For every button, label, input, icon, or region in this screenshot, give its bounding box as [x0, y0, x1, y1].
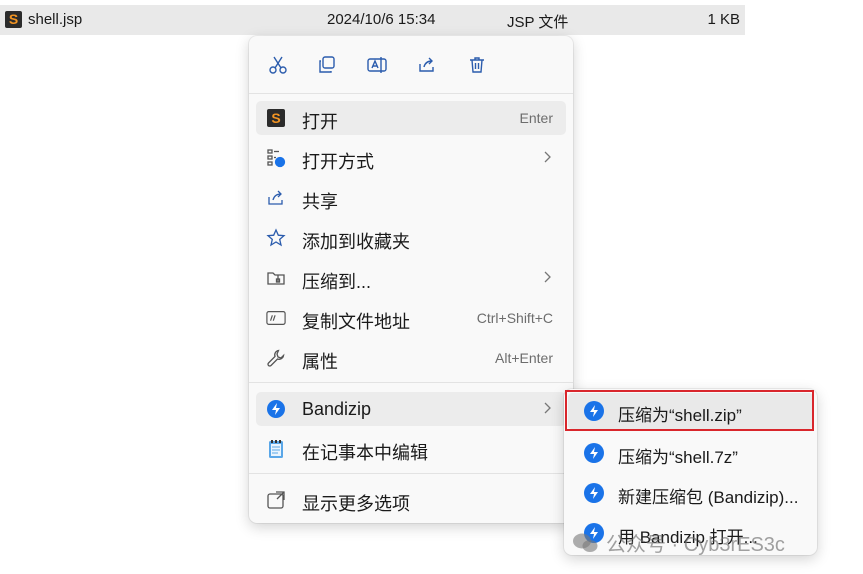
- rename-button[interactable]: [362, 50, 392, 80]
- file-date: 2024/10/6 15:34: [327, 11, 436, 28]
- star-icon: [266, 228, 286, 248]
- rename-icon: [367, 57, 387, 73]
- cut-button[interactable]: [263, 50, 293, 80]
- file-row[interactable]: S shell.jsp 2024/10/6 15:34 JSP 文件 1 KB: [0, 5, 745, 35]
- menu-item-bandizip[interactable]: Bandizip: [256, 392, 566, 426]
- menu-item-label: 打开方式: [302, 152, 374, 172]
- chevron-right-icon: [542, 150, 552, 169]
- menu-item-more-options[interactable]: 显示更多选项: [256, 483, 566, 517]
- wrench-icon: [266, 348, 286, 368]
- file-type: JSP 文件: [507, 14, 569, 31]
- menu-item-label: Bandizip: [302, 399, 372, 419]
- bandizip-icon: [584, 443, 604, 463]
- menu-divider: [249, 473, 573, 474]
- menu-item-label: 显示更多选项: [302, 494, 410, 514]
- file-size: 1 KB: [707, 11, 740, 28]
- trash-icon: [470, 57, 484, 73]
- submenu-item-label: 压缩为“shell.7z”: [618, 448, 738, 467]
- submenu-new-archive[interactable]: 新建压缩包 (Bandizip)...: [568, 475, 813, 511]
- copy-button[interactable]: [312, 50, 342, 80]
- more-options-icon: [266, 490, 286, 510]
- share-icon: [419, 57, 434, 72]
- bandizip-icon: [584, 483, 604, 503]
- menu-item-open[interactable]: S 打开 Enter: [256, 101, 566, 135]
- submenu-compress-7z[interactable]: 压缩为“shell.7z”: [568, 435, 813, 471]
- zip-folder-icon: [266, 268, 286, 288]
- watermark: 公众号 · Cyb3rES3c: [572, 528, 785, 557]
- menu-item-properties[interactable]: 属性 Alt+Enter: [256, 341, 566, 375]
- menu-item-label: 在记事本中编辑: [302, 443, 428, 463]
- watermark-text: 公众号 · Cyb3rES3c: [606, 534, 785, 556]
- sublime-icon: S: [266, 108, 286, 128]
- menu-item-shortcut: Enter: [519, 110, 553, 126]
- notepad-icon: [266, 439, 286, 459]
- share-button[interactable]: [412, 50, 442, 80]
- menu-item-label: 共享: [302, 192, 338, 212]
- menu-item-compress-to[interactable]: 压缩到...: [256, 261, 566, 295]
- highlight-box: [565, 390, 814, 431]
- context-menu: S 打开 Enter 打开方式 共享 添加到收藏夹 压缩到... 复制文件地址 …: [249, 36, 573, 523]
- delete-button[interactable]: [462, 50, 492, 80]
- menu-item-open-with[interactable]: 打开方式: [256, 141, 566, 175]
- menu-item-label: 复制文件地址: [302, 312, 410, 332]
- menu-item-label: 压缩到...: [302, 272, 372, 292]
- menu-item-label: 添加到收藏夹: [302, 232, 410, 252]
- bandizip-icon: [266, 399, 286, 419]
- sublime-file-icon: S: [5, 11, 22, 28]
- wechat-icon: [573, 533, 598, 552]
- menu-item-copy-path[interactable]: 复制文件地址 Ctrl+Shift+C: [256, 301, 566, 335]
- chevron-right-icon: [542, 270, 552, 289]
- menu-item-label: 打开: [302, 112, 338, 132]
- submenu-item-label: 新建压缩包 (Bandizip)...: [618, 488, 799, 507]
- menu-divider: [249, 93, 573, 94]
- share-icon: [266, 188, 286, 208]
- scissors-icon: [269, 56, 287, 74]
- menu-item-shortcut: Ctrl+Shift+C: [476, 310, 553, 326]
- file-name: shell.jsp: [28, 11, 83, 28]
- menu-item-share[interactable]: 共享: [256, 181, 566, 215]
- menu-item-label: 属性: [302, 352, 338, 372]
- chevron-right-icon: [542, 401, 552, 420]
- menu-item-shortcut: Alt+Enter: [495, 350, 553, 366]
- menu-item-edit-notepad[interactable]: 在记事本中编辑: [256, 432, 566, 466]
- copy-icon: [319, 56, 335, 73]
- context-toolbar: [249, 36, 573, 92]
- menu-divider: [249, 382, 573, 383]
- copy-path-icon: [266, 308, 286, 328]
- open-with-icon: [266, 148, 286, 168]
- menu-item-add-favorites[interactable]: 添加到收藏夹: [256, 221, 566, 255]
